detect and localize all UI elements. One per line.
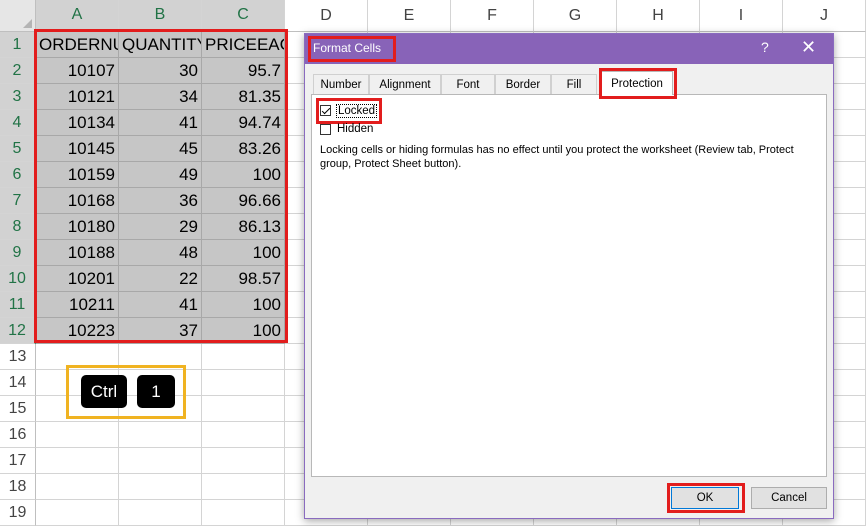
tab-font[interactable]: Font bbox=[441, 74, 495, 94]
row-header-1[interactable]: 1 bbox=[0, 32, 36, 58]
tab-alignment[interactable]: Alignment bbox=[369, 74, 441, 94]
cell-b19[interactable] bbox=[119, 500, 202, 526]
row-header-4[interactable]: 4 bbox=[0, 110, 36, 136]
column-header-a[interactable]: A bbox=[36, 0, 119, 32]
format-cells-dialog: Format Cells ? ✕ Number Alignment Font B… bbox=[304, 33, 834, 519]
locked-highlight bbox=[316, 98, 382, 124]
help-button[interactable]: ? bbox=[761, 39, 769, 55]
column-header-h[interactable]: H bbox=[617, 0, 700, 32]
cell-c13[interactable] bbox=[202, 344, 285, 370]
column-header-g[interactable]: G bbox=[534, 0, 617, 32]
one-key: 1 bbox=[137, 375, 175, 408]
column-header-i[interactable]: I bbox=[700, 0, 783, 32]
column-header-e[interactable]: E bbox=[368, 0, 451, 32]
cell-a17[interactable] bbox=[36, 448, 119, 474]
data-range-highlight bbox=[34, 29, 288, 343]
row-header-7[interactable]: 7 bbox=[0, 188, 36, 214]
cell-c19[interactable] bbox=[202, 500, 285, 526]
row-header-19[interactable]: 19 bbox=[0, 500, 36, 526]
cell-c14[interactable] bbox=[202, 370, 285, 396]
ok-button-highlight bbox=[667, 483, 745, 513]
row-header-14[interactable]: 14 bbox=[0, 370, 36, 396]
column-header-j[interactable]: J bbox=[783, 0, 866, 32]
row-header-2[interactable]: 2 bbox=[0, 58, 36, 84]
tab-border[interactable]: Border bbox=[495, 74, 551, 94]
cell-c18[interactable] bbox=[202, 474, 285, 500]
cell-a16[interactable] bbox=[36, 422, 119, 448]
column-header-c[interactable]: C bbox=[202, 0, 285, 32]
close-button[interactable]: ✕ bbox=[801, 37, 816, 58]
hidden-label[interactable]: Hidden bbox=[337, 123, 373, 135]
tab-number[interactable]: Number bbox=[313, 74, 369, 94]
tab-fill[interactable]: Fill bbox=[551, 74, 597, 94]
row-header-17[interactable]: 17 bbox=[0, 448, 36, 474]
cell-c16[interactable] bbox=[202, 422, 285, 448]
protection-note: Locking cells or hiding formulas has no … bbox=[320, 144, 794, 170]
protection-tab-highlight bbox=[599, 68, 677, 99]
cell-c17[interactable] bbox=[202, 448, 285, 474]
title-highlight bbox=[308, 36, 396, 62]
select-all-corner[interactable] bbox=[0, 0, 36, 32]
cell-b17[interactable] bbox=[119, 448, 202, 474]
ctrl-key: Ctrl bbox=[81, 375, 127, 408]
cell-a18[interactable] bbox=[36, 474, 119, 500]
row-header-5[interactable]: 5 bbox=[0, 136, 36, 162]
row-header-12[interactable]: 12 bbox=[0, 318, 36, 344]
row-header-13[interactable]: 13 bbox=[0, 344, 36, 370]
cell-b16[interactable] bbox=[119, 422, 202, 448]
row-header-10[interactable]: 10 bbox=[0, 266, 36, 292]
row-header-16[interactable]: 16 bbox=[0, 422, 36, 448]
row-header-15[interactable]: 15 bbox=[0, 396, 36, 422]
row-header-9[interactable]: 9 bbox=[0, 240, 36, 266]
column-header-d[interactable]: D bbox=[285, 0, 368, 32]
cancel-button[interactable]: Cancel bbox=[751, 487, 827, 509]
row-header-6[interactable]: 6 bbox=[0, 162, 36, 188]
column-header-b[interactable]: B bbox=[119, 0, 202, 32]
cell-c15[interactable] bbox=[202, 396, 285, 422]
hidden-checkbox[interactable] bbox=[320, 124, 331, 135]
cell-a19[interactable] bbox=[36, 500, 119, 526]
row-header-8[interactable]: 8 bbox=[0, 214, 36, 240]
cell-b18[interactable] bbox=[119, 474, 202, 500]
column-header-f[interactable]: F bbox=[451, 0, 534, 32]
row-header-18[interactable]: 18 bbox=[0, 474, 36, 500]
row-header-11[interactable]: 11 bbox=[0, 292, 36, 318]
row-header-3[interactable]: 3 bbox=[0, 84, 36, 110]
